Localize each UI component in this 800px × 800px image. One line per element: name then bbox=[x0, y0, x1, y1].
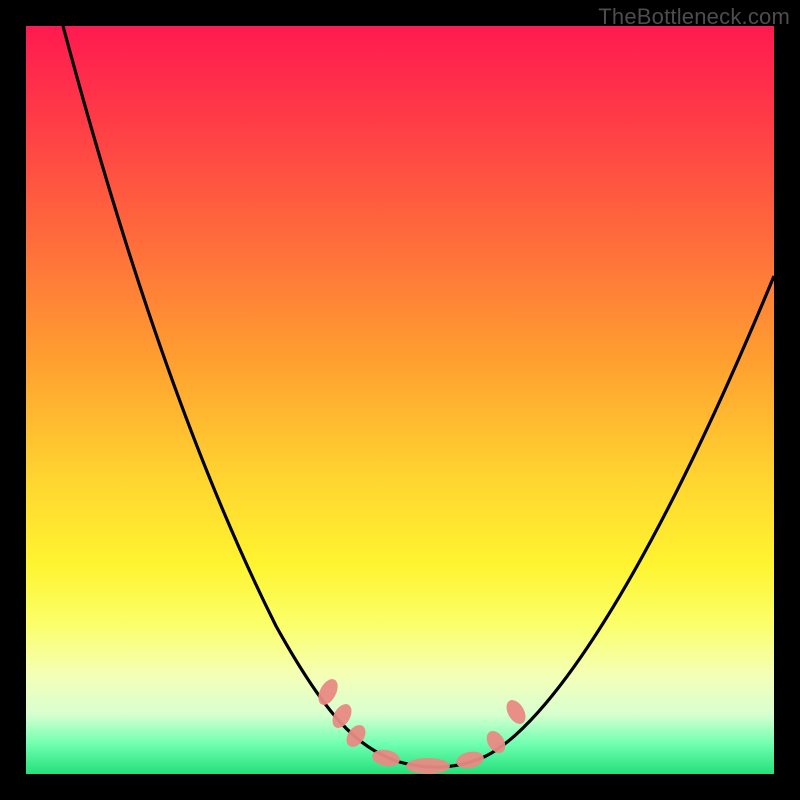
valley-right-pill bbox=[455, 749, 486, 770]
marker-group bbox=[314, 676, 529, 774]
right-upper-pill bbox=[503, 697, 530, 728]
left-mid-pill bbox=[329, 701, 356, 732]
valley-mid-pill bbox=[406, 758, 450, 774]
chart-svg bbox=[26, 26, 774, 774]
bottleneck-curve bbox=[63, 26, 774, 767]
plot-area bbox=[26, 26, 774, 774]
outer-frame: TheBottleneck.com bbox=[0, 0, 800, 800]
